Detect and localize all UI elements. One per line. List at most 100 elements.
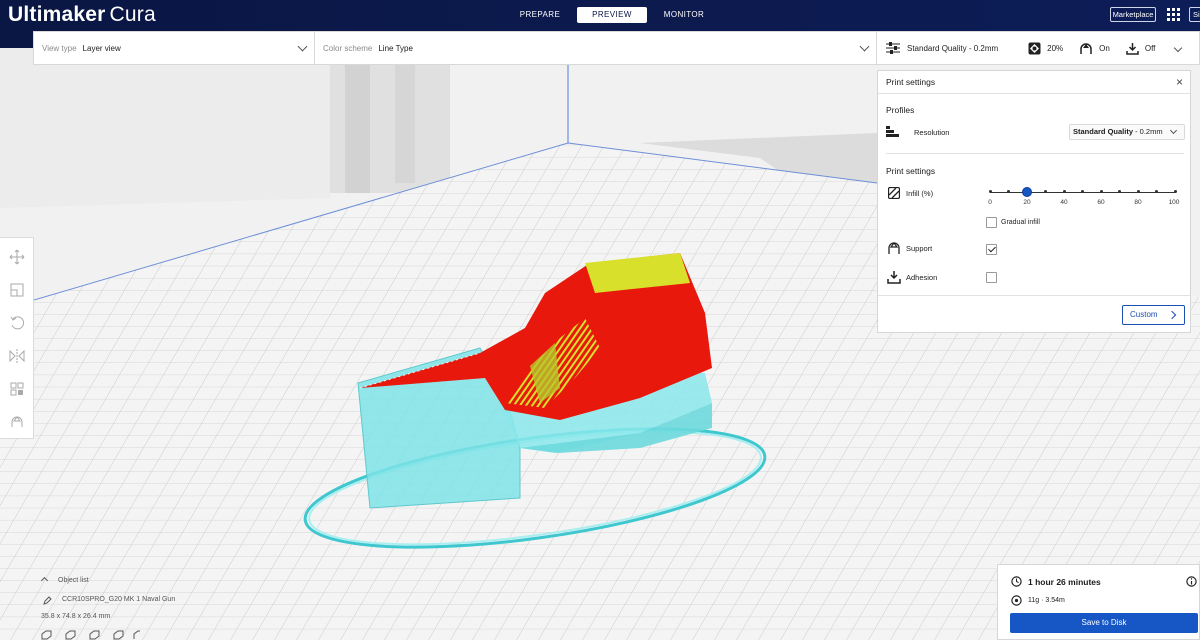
object-list: Object list CCR10SPRO_G20 MK 1 Naval Gun… — [38, 575, 238, 640]
clock-icon — [1011, 576, 1022, 587]
print-settings-heading: Print settings — [886, 166, 936, 176]
material-usage: 11g · 3.54m — [1028, 597, 1065, 604]
resolution-icon — [886, 126, 899, 137]
view-type-dropdown[interactable]: View type Layer view — [34, 32, 315, 64]
sign-in-button[interactable]: Si — [1189, 7, 1200, 22]
camera-view-icons[interactable] — [40, 630, 140, 640]
tab-preview[interactable]: PREVIEW — [577, 7, 647, 23]
custom-button[interactable]: Custom — [1122, 305, 1185, 325]
gradual-infill-checkbox[interactable] — [986, 217, 997, 228]
infill-slider-step — [1007, 190, 1010, 193]
move-tool-icon[interactable] — [9, 249, 25, 265]
chevron-up-icon[interactable] — [40, 576, 49, 585]
adhesion-icon — [887, 271, 901, 284]
infill-tick-label: 40 — [1060, 199, 1068, 206]
resolution-label: Resolution — [914, 128, 950, 137]
resolution-value-bold: Standard Quality — [1073, 127, 1134, 136]
support-label: Support — [906, 244, 933, 253]
adhesion-label: Adhesion — [906, 273, 938, 282]
marketplace-button[interactable]: Marketplace — [1110, 7, 1156, 22]
view-type-value: Layer view — [82, 43, 121, 53]
divider — [886, 153, 1184, 154]
color-scheme-label: Color scheme — [323, 43, 373, 53]
infill-slider-step — [1099, 190, 1103, 193]
chevron-down-icon — [1169, 126, 1178, 135]
support-checkbox[interactable] — [986, 244, 997, 255]
quality-indicator: Standard Quality - 0.2mm — [885, 41, 998, 55]
chevron-right-icon — [1167, 310, 1177, 320]
infill-slider-step — [1155, 190, 1158, 193]
infill-value: 20% — [1047, 43, 1064, 53]
infill-label: Infill (%) — [906, 189, 934, 198]
apps-grid-icon[interactable] — [1167, 8, 1180, 21]
resolution-value-rest: - 0.2mm — [1133, 127, 1163, 136]
print-setup-selector[interactable]: Standard Quality - 0.2mm 20% On Off — [877, 31, 1200, 65]
quality-profile-text: Standard Quality - 0.2mm — [907, 43, 999, 53]
support-indicator: On — [1079, 42, 1110, 55]
scale-tool-icon[interactable] — [9, 282, 25, 298]
adhesion-checkbox[interactable] — [986, 272, 997, 283]
infill-tick-label: 80 — [1134, 199, 1142, 206]
print-output-panel: 1 hour 26 minutes 11g · 3.54m Save to Di… — [997, 564, 1200, 640]
custom-button-label: Custom — [1130, 310, 1158, 319]
infill-slider-step — [1062, 190, 1066, 193]
infill-slider-step — [1173, 190, 1177, 193]
close-icon[interactable]: × — [1176, 71, 1183, 94]
view-toolbar: View type Layer view Color scheme Line T… — [33, 31, 877, 65]
adhesion-icon — [1126, 42, 1139, 55]
infill-tick-label: 20 — [1023, 199, 1031, 206]
infill-tick-label: 100 — [1168, 199, 1180, 206]
tab-prepare[interactable]: PREPARE — [505, 7, 575, 23]
chevron-down-icon — [297, 41, 308, 52]
adhesion-value: Off — [1144, 43, 1156, 53]
mirror-tool-icon[interactable] — [9, 348, 25, 364]
object-name: CCR10SPRO_G20 MK 1 Naval Gun — [62, 596, 176, 603]
infill-icon — [888, 187, 900, 199]
infill-tick-label: 60 — [1097, 199, 1105, 206]
infill-slider-step — [1044, 190, 1047, 193]
save-to-disk-button[interactable]: Save to Disk — [1010, 613, 1198, 633]
app-name-bold: Ultimaker — [8, 3, 106, 26]
support-icon — [888, 242, 900, 254]
app-name-light: Cura — [109, 3, 156, 26]
info-icon[interactable] — [1186, 576, 1197, 587]
profiles-heading: Profiles — [886, 105, 915, 115]
print-time: 1 hour 26 minutes — [1028, 577, 1101, 587]
support-icon — [1080, 42, 1092, 54]
per-model-settings-icon[interactable] — [9, 381, 25, 397]
infill-slider-step — [988, 190, 992, 193]
divider — [878, 295, 1190, 296]
resolution-dropdown[interactable]: Standard Quality - 0.2mm — [1069, 124, 1185, 140]
left-toolbar — [0, 237, 34, 439]
support-value: On — [1099, 43, 1110, 53]
infill-tick-label: 0 — [988, 199, 992, 206]
pencil-icon[interactable] — [43, 596, 52, 605]
panel-title: Print settings — [886, 77, 936, 87]
tab-monitor[interactable]: MONITOR — [649, 7, 719, 23]
object-list-toggle[interactable]: Object list — [58, 577, 89, 584]
object-dimensions: 35.8 x 74.8 x 26.4 mm — [41, 613, 111, 620]
color-scheme-value: Line Type — [378, 43, 413, 53]
cura-window: Ultimaker Cura PREPARE PREVIEW MONITOR Ma… — [0, 0, 1200, 640]
rotate-tool-icon[interactable] — [9, 315, 25, 331]
chevron-down-icon — [859, 41, 870, 52]
spool-icon — [1011, 595, 1022, 606]
chevron-down-icon[interactable] — [1173, 43, 1183, 53]
gradual-infill-label: Gradual infill — [1001, 219, 1040, 226]
infill-icon — [1028, 42, 1041, 54]
infill-slider-step — [1136, 190, 1140, 193]
infill-slider-handle[interactable] — [1022, 187, 1032, 197]
checkmark-icon — [988, 244, 996, 253]
view-type-label: View type — [42, 43, 77, 53]
print-settings-panel: Print settings × Profiles Resolution Sta… — [877, 70, 1191, 333]
support-blocker-icon[interactable] — [9, 414, 25, 430]
stage-tabs: PREPARE PREVIEW MONITOR — [505, 7, 721, 23]
adhesion-indicator: Off — [1126, 42, 1156, 55]
color-scheme-dropdown[interactable]: Color scheme Line Type — [315, 32, 876, 64]
infill-slider-step — [1081, 190, 1084, 193]
infill-indicator: 20% — [1028, 42, 1063, 55]
panel-header: Print settings × — [878, 71, 1190, 94]
sliders-icon — [886, 42, 900, 54]
app-logo: Ultimaker Cura — [8, 2, 156, 28]
infill-slider-step — [1118, 190, 1121, 193]
